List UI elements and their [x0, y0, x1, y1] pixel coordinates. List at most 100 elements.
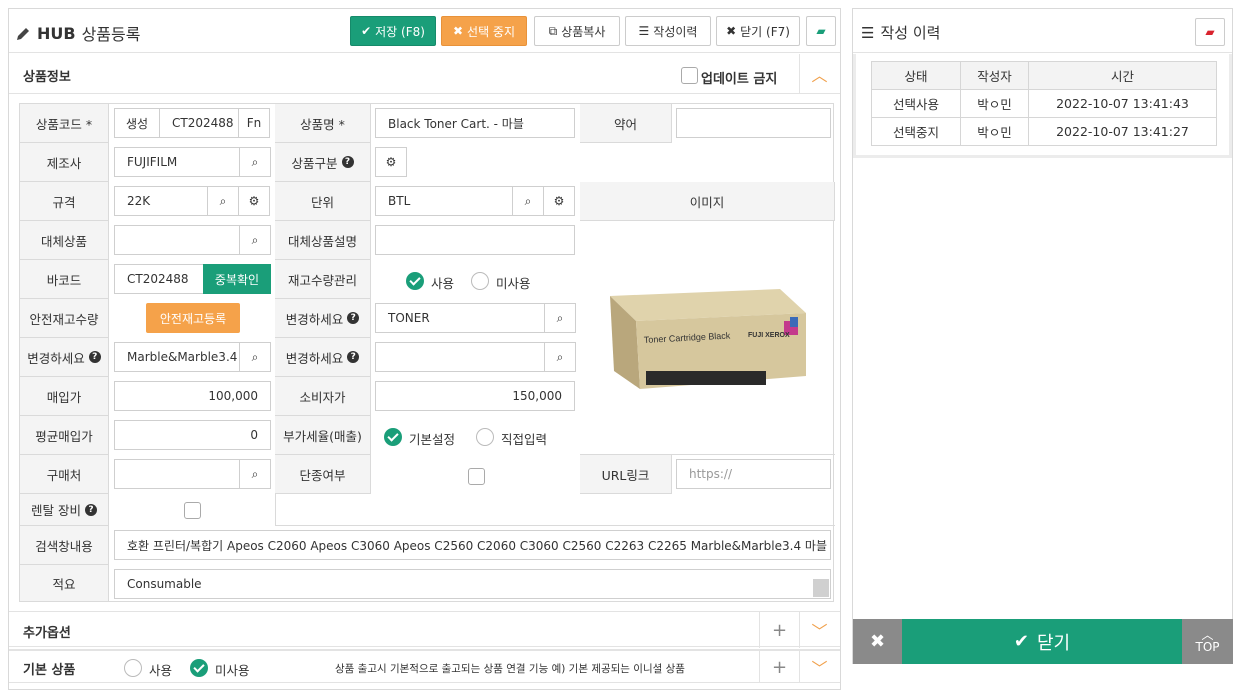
extra-chevron-down-icon[interactable]: ﹀: [799, 612, 839, 648]
maker-input[interactable]: FUJIFILM: [114, 147, 240, 177]
row-status: 선택중지: [871, 117, 961, 146]
stock-nouse-label: 미사용: [496, 276, 531, 291]
avg-price-input[interactable]: 0: [114, 420, 271, 450]
basic-add-icon[interactable]: +: [759, 651, 799, 683]
book-icon[interactable]: ▰: [1195, 18, 1225, 46]
rental-checkbox[interactable]: [184, 502, 201, 519]
vat-label: 부가세율(매출): [275, 416, 371, 455]
buy-price-label: 매입가: [20, 377, 109, 416]
change2-search-icon[interactable]: ⌕: [239, 342, 271, 372]
vat-default-radio[interactable]: [384, 428, 402, 446]
row-time: 2022-10-07 13:41:43: [1028, 89, 1217, 118]
product-register-panel: HUB 상품등록 ✔ 저장 (F8) ✖ 선택 중지 ⧉ 상품복사 ☰ 작성이력 ✖ 닫기…: [8, 8, 841, 690]
alt-product-input[interactable]: [114, 225, 240, 255]
basic-nouse-label: 미사용: [215, 663, 250, 678]
product-code-input[interactable]: CT202488: [159, 108, 239, 138]
maker-search-icon[interactable]: ⌕: [239, 147, 271, 177]
stock-use-radio[interactable]: [406, 272, 424, 290]
duplicate-check-button[interactable]: 중복확인: [203, 264, 271, 294]
footer-x-button[interactable]: ✖: [853, 619, 902, 664]
change1-search-icon[interactable]: ⌕: [544, 303, 576, 333]
history-header: ☰ 작성 이력 ▰: [853, 9, 1232, 53]
stop-selection-button[interactable]: ✖ 선택 중지: [441, 16, 527, 46]
alt-desc-input[interactable]: [375, 225, 575, 255]
close-icon: ✖: [726, 24, 737, 38]
consumer-price-input[interactable]: 150,000: [375, 381, 575, 411]
rental-label: 렌탈 장비?: [20, 494, 109, 526]
vendor-search-icon[interactable]: ⌕: [239, 459, 271, 489]
list-icon: ☰: [861, 23, 875, 42]
change2-input[interactable]: Marble&Marble3.4: [114, 342, 240, 372]
category-gear-icon[interactable]: ⚙: [375, 147, 407, 177]
memo-resize-handle[interactable]: [813, 579, 829, 597]
change1-input[interactable]: TONER: [375, 303, 545, 333]
rental-empty-cell: [275, 494, 835, 526]
scroll-top-button[interactable]: ︿ TOP: [1182, 619, 1233, 664]
unit-input[interactable]: BTL: [375, 186, 513, 216]
product-image[interactable]: Toner Cartridge Black FUJI XEROX: [580, 221, 835, 455]
spec-gear-icon[interactable]: ⚙: [238, 186, 270, 216]
row-author: 박ㅇ민: [960, 117, 1029, 146]
column-time: 시간: [1028, 61, 1217, 90]
hub-label: HUB: [37, 23, 76, 43]
name-label: 상품명 *: [275, 104, 371, 143]
book-button[interactable]: ▰: [806, 16, 836, 46]
change3-input[interactable]: [375, 342, 545, 372]
extra-options-header: 추가옵션 + ﹀: [9, 611, 840, 648]
history-panel: ☰ 작성 이력 ▰ 상태 작성자 시간 선택사용 박ㅇ민 2022-10-07 …: [852, 8, 1233, 664]
collapse-chevron-up-icon[interactable]: ︿: [799, 54, 839, 94]
change3-search-icon[interactable]: ⌕: [544, 342, 576, 372]
toolbar: HUB 상품등록 ✔ 저장 (F8) ✖ 선택 중지 ⧉ 상품복사 ☰ 작성이력 ✖ 닫기…: [9, 9, 840, 53]
discontinued-checkbox[interactable]: [468, 468, 485, 485]
check-icon: ✔: [361, 24, 372, 38]
product-name-input[interactable]: Black Toner Cart. - 마블: [375, 108, 575, 138]
product-info-header: 상품정보 업데이트 금지 ︿: [9, 54, 840, 94]
stock-nouse-radio[interactable]: [471, 272, 489, 290]
copy-product-button[interactable]: ⧉ 상품복사: [534, 16, 620, 46]
image-label: 이미지: [580, 182, 835, 221]
unit-label: 단위: [275, 182, 371, 221]
svg-text:FUJI XEROX: FUJI XEROX: [748, 332, 790, 339]
basic-use-radio[interactable]: [124, 659, 142, 677]
search-content-label: 검색창내용: [20, 526, 109, 565]
vat-direct-radio[interactable]: [476, 428, 494, 446]
code-fn-button[interactable]: Fn: [238, 108, 270, 138]
table-row[interactable]: 선택사용 박ㅇ민 2022-10-07 13:41:43: [871, 89, 1217, 118]
memo-label: 적요: [20, 565, 109, 602]
close-button[interactable]: ✖ 닫기 (F7): [716, 16, 800, 46]
unit-gear-icon[interactable]: ⚙: [543, 186, 575, 216]
basic-chevron-down-icon[interactable]: ﹀: [799, 651, 839, 683]
save-button[interactable]: ✔ 저장 (F8): [350, 16, 436, 46]
spec-input[interactable]: 22K: [114, 186, 208, 216]
basic-nouse-radio[interactable]: [190, 659, 208, 677]
update-lock-checkbox[interactable]: [681, 67, 698, 84]
extra-options-title: 추가옵션: [23, 626, 71, 641]
basic-use-label: 사용: [149, 663, 173, 678]
basic-product-header: 기본 상품 사용 미사용 상품 출고시 기본적으로 출고되는 상품 연결 기능 …: [9, 649, 840, 683]
generate-code-button[interactable]: 생성: [114, 108, 160, 138]
safe-stock-register-button[interactable]: 안전재고등록: [146, 303, 240, 333]
title-text: 상품등록: [81, 25, 141, 44]
buy-price-input[interactable]: 100,000: [114, 381, 271, 411]
url-input[interactable]: https://: [676, 459, 831, 489]
extra-add-icon[interactable]: +: [759, 612, 799, 648]
x-icon: ✖: [452, 24, 464, 38]
help-icon: ?: [84, 503, 97, 516]
vat-direct-label: 직접입력: [501, 432, 548, 447]
alt-product-label: 대체상품: [20, 221, 109, 260]
history-button[interactable]: ☰ 작성이력: [625, 16, 711, 46]
spec-search-icon[interactable]: ⌕: [207, 186, 239, 216]
abbr-input[interactable]: [676, 108, 831, 138]
discontinued-label: 단종여부: [275, 455, 371, 494]
memo-input[interactable]: Consumable: [114, 569, 831, 599]
barcode-input[interactable]: CT202488: [114, 264, 204, 294]
alt-search-icon[interactable]: ⌕: [239, 225, 271, 255]
table-row[interactable]: 선택중지 박ㅇ민 2022-10-07 13:41:27: [871, 117, 1217, 146]
search-content-input[interactable]: 호환 프린터/복합기 Apeos C2060 Apeos C3060 Apeos…: [114, 530, 831, 560]
abbr-label: 약어: [580, 104, 672, 143]
vendor-input[interactable]: [114, 459, 240, 489]
help-icon: ?: [347, 312, 360, 324]
footer-close-button[interactable]: ✔ 닫기: [902, 619, 1182, 664]
unit-search-icon[interactable]: ⌕: [512, 186, 544, 216]
stock-label: 재고수량관리: [275, 260, 371, 299]
